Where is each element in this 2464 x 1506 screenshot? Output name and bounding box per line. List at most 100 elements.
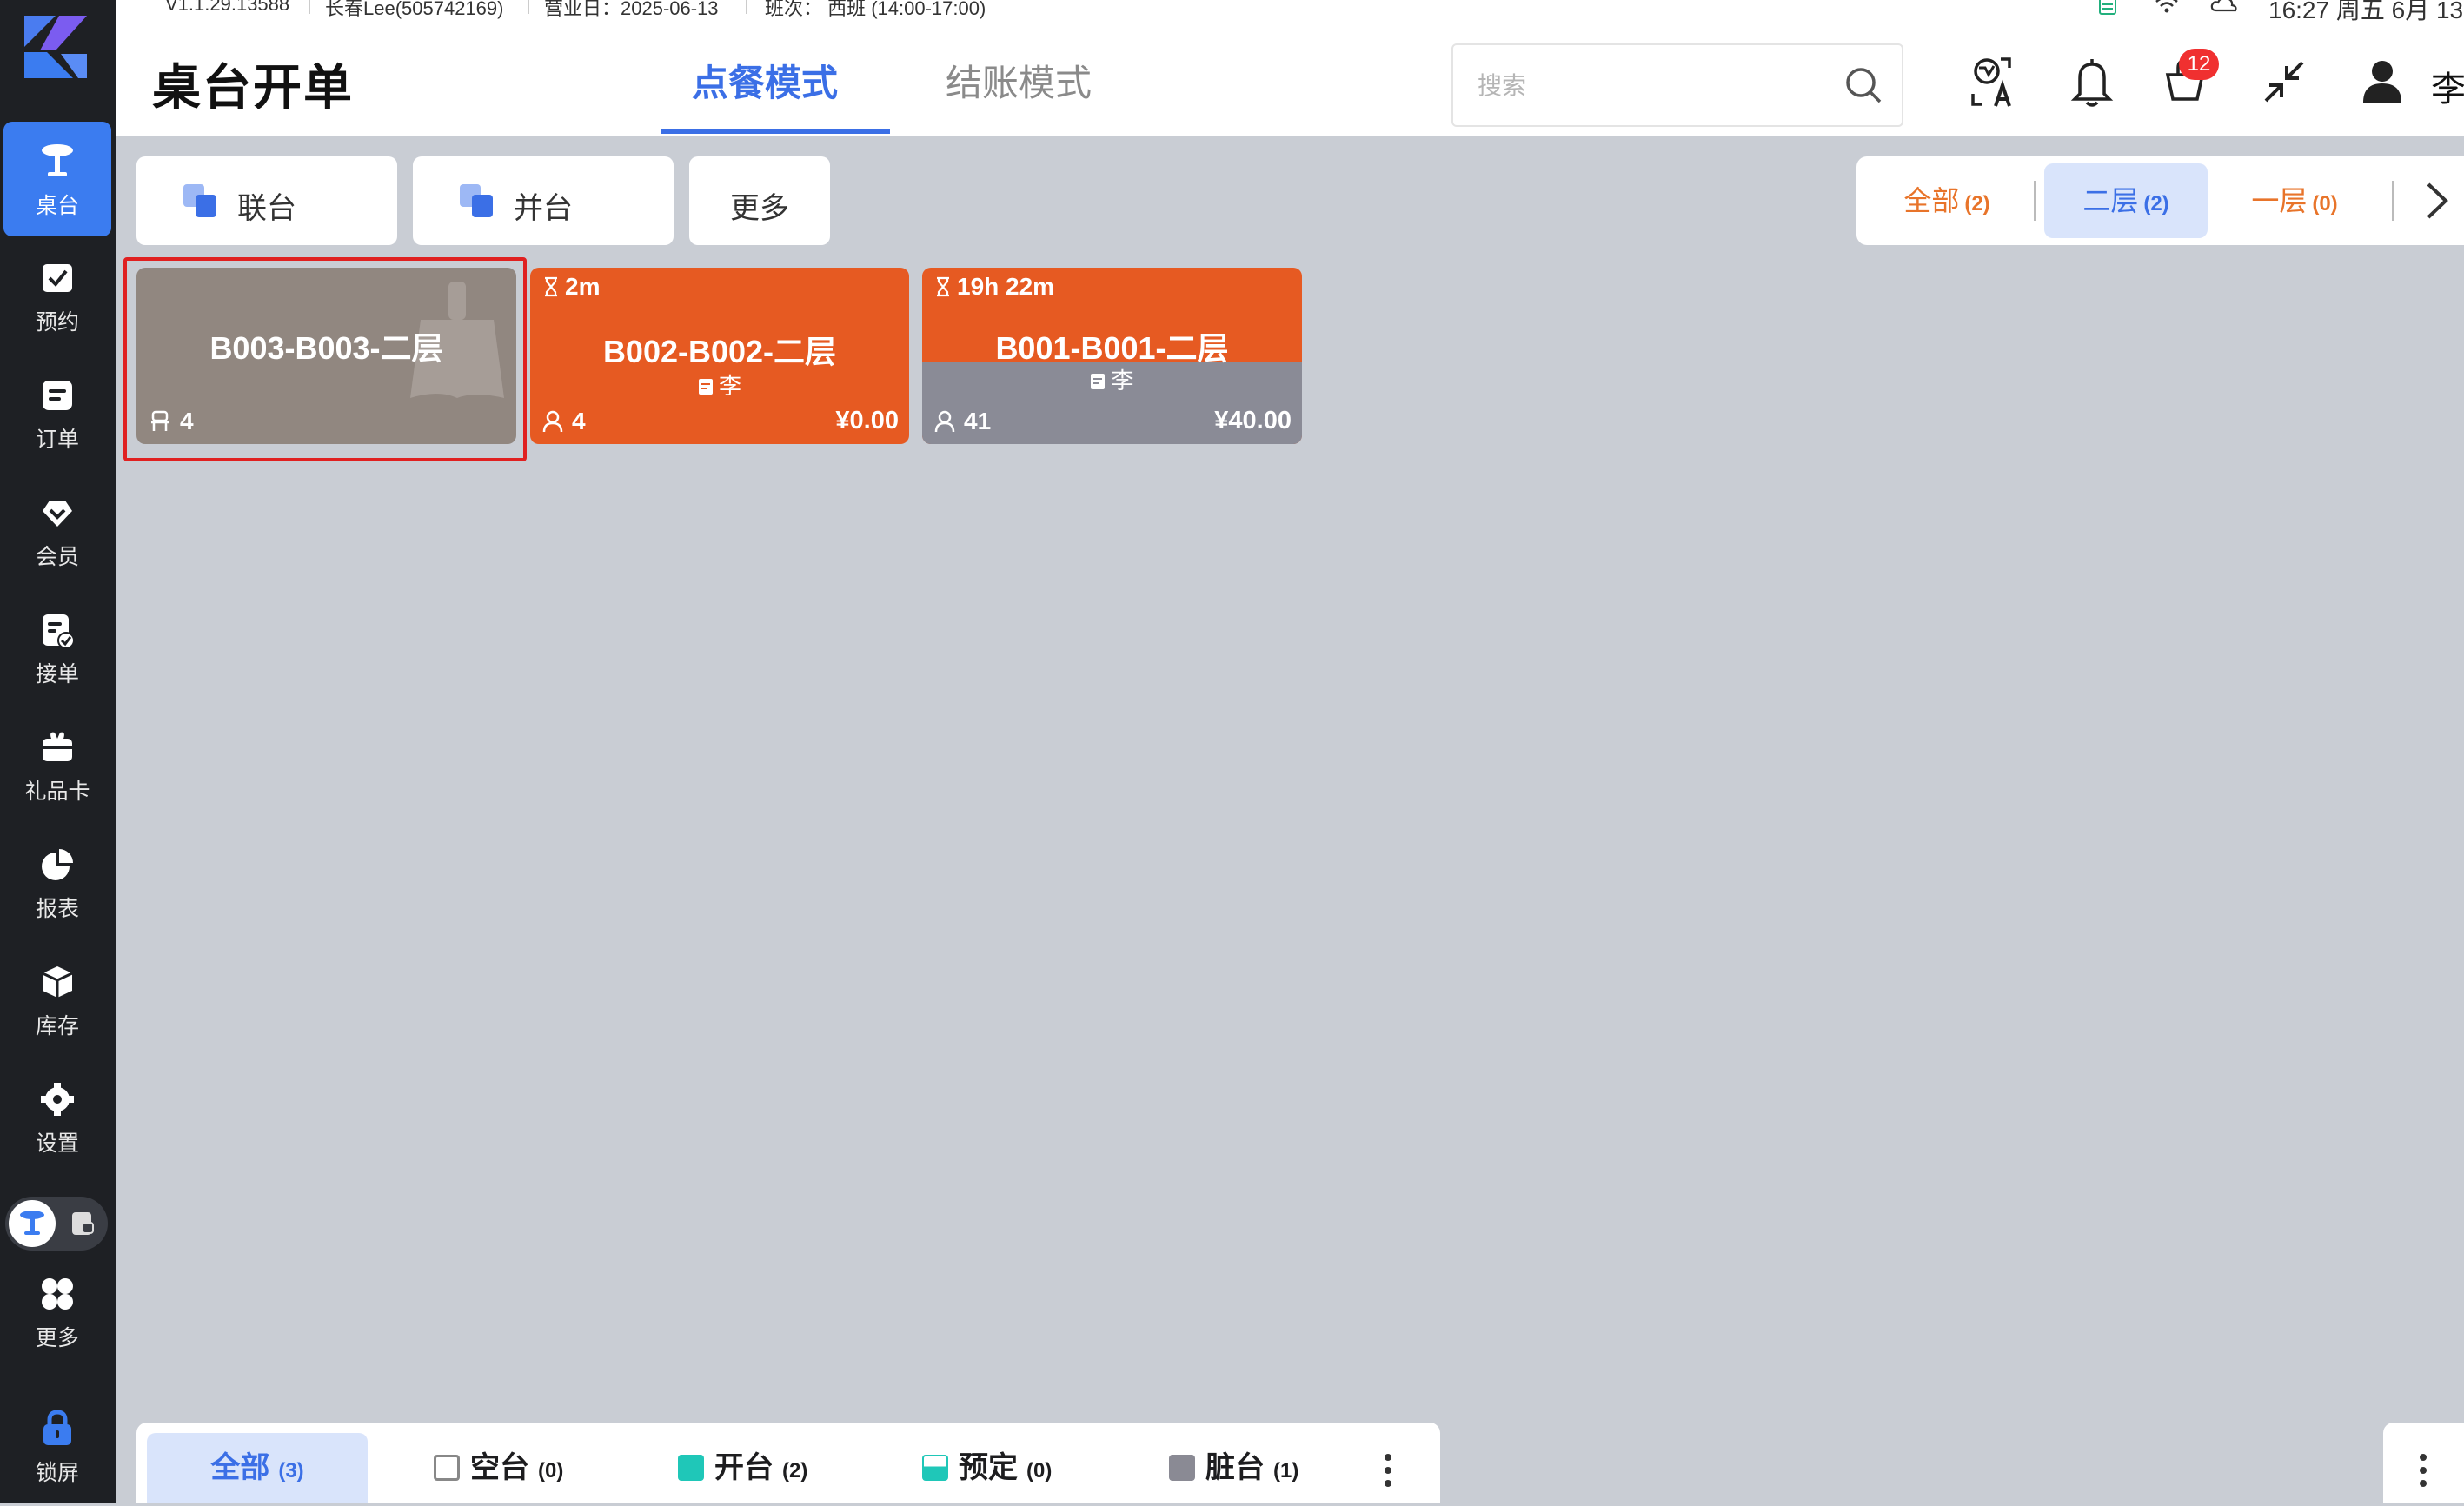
mode-toggle[interactable] <box>5 1197 108 1251</box>
sidebar-item-label: 会员 <box>35 545 79 569</box>
divider <box>309 0 310 14</box>
notification-badge: 12 <box>2179 49 2219 80</box>
more-actions-label: 更多 <box>730 192 789 225</box>
more-vertical-icon[interactable] <box>1379 1449 1397 1492</box>
seat-count: 4 <box>149 408 194 435</box>
store-name: 长春Lee(505742169) <box>325 0 504 19</box>
table-card-b002[interactable]: 2m B002-B002-二层 李 4 ¥0.00 <box>530 268 909 444</box>
status-legend: 全部 (3) 空台 (0) 开台 (2) 预定 (0) 脏台 (1) <box>136 1423 1440 1503</box>
floor-tab-second[interactable]: 二层 (2) <box>2044 163 2208 238</box>
chevron-right-icon[interactable] <box>2421 179 2453 222</box>
sidebar-item-label: 礼品卡 <box>24 780 90 804</box>
divider <box>528 0 529 14</box>
gear-icon <box>41 1083 74 1116</box>
empty-swatch <box>434 1455 460 1481</box>
merge-tables-icon <box>183 184 216 217</box>
sidebar-item-label: 接单 <box>35 662 79 687</box>
tab-checkout-mode[interactable]: 结账模式 <box>946 54 1092 107</box>
sidebar-item-label: 库存 <box>35 1014 79 1038</box>
right-options-box <box>2383 1423 2464 1503</box>
search-input[interactable] <box>1476 66 1827 106</box>
table-timer-value: 19h 22m <box>957 273 1055 300</box>
table-card-b003[interactable]: B003-B003-二层 4 <box>136 268 516 444</box>
hourglass-icon <box>937 276 949 297</box>
legend-reserved[interactable]: 预定 (0) <box>922 1433 1052 1503</box>
table-amount: ¥40.00 <box>1214 407 1292 435</box>
chair-icon <box>151 410 169 431</box>
legend-label: 预定 <box>959 1451 1018 1484</box>
collapse-screen-icon[interactable] <box>2259 56 2311 108</box>
sidebar-item-orders[interactable]: 订单 <box>3 355 111 470</box>
waiter-name: 李 <box>718 373 741 399</box>
inventory-box-icon <box>42 966 73 998</box>
floor-tab-label: 二层 <box>2082 185 2139 216</box>
floor-tab-first[interactable]: 一层 (0) <box>2222 163 2368 238</box>
order-list-icon <box>43 381 72 410</box>
person-icon <box>542 410 563 433</box>
guest-count-value: 41 <box>964 408 992 435</box>
merge-tables-button[interactable]: 联台 <box>136 156 397 245</box>
table-amount: ¥0.00 <box>835 407 899 435</box>
legend-empty[interactable]: 空台 (0) <box>434 1433 563 1503</box>
legend-open[interactable]: 开台 (2) <box>678 1433 807 1503</box>
calendar-check-icon <box>43 264 72 292</box>
lock-icon <box>43 1410 71 1445</box>
sidebar-item-gift-cards[interactable]: 礼品卡 <box>3 707 111 822</box>
divider <box>746 0 747 14</box>
floor-tab-all[interactable]: 全部 (2) <box>1874 163 2020 238</box>
table-name: B002-B002-二层 <box>602 334 837 369</box>
more-actions-button[interactable]: 更多 <box>689 156 830 245</box>
cloud-icon <box>2210 0 2237 12</box>
combine-tables-button[interactable]: 并台 <box>413 156 674 245</box>
divider <box>2034 181 2036 221</box>
combine-tables-icon <box>460 184 493 217</box>
more-vertical-icon[interactable] <box>2414 1449 2432 1492</box>
grid-more-icon <box>42 1278 73 1310</box>
page-title: 桌台开单 <box>152 60 354 115</box>
legend-count: (0) <box>1026 1459 1053 1483</box>
sidebar-item-label: 预约 <box>35 310 79 335</box>
sidebar: 桌台 预约 订单 会员 接单 礼品卡 报表 库存 设置 更多 锁屏 <box>0 0 116 1503</box>
search-icon[interactable] <box>1844 66 1883 104</box>
order-note-icon <box>1091 374 1106 389</box>
app-logo <box>24 16 87 78</box>
sidebar-item-inventory[interactable]: 库存 <box>3 942 111 1057</box>
sidebar-item-accept-orders[interactable]: 接单 <box>3 590 111 705</box>
legend-count: (2) <box>782 1459 808 1483</box>
waiter-name: 李 <box>1111 368 1134 394</box>
legend-dirty[interactable]: 脏台 (1) <box>1169 1433 1298 1503</box>
floor-tab-label: 全部 <box>1903 185 1960 216</box>
sidebar-item-lock[interactable]: 锁屏 <box>3 1389 111 1503</box>
shift-info: 班次： 西班 (14:00-17:00) <box>765 0 986 19</box>
system-status-bar: V1.1.29.13588 长春Lee(505742169) 营业日：2025-… <box>0 0 2464 23</box>
sidebar-item-members[interactable]: 会员 <box>3 473 111 587</box>
table-waiter: 李 <box>530 368 909 401</box>
user-name[interactable]: 李 <box>2431 61 2464 111</box>
tab-ordering-mode[interactable]: 点餐模式 <box>692 54 838 107</box>
member-heart-icon <box>43 501 72 527</box>
language-switch-icon[interactable] <box>1969 56 2022 108</box>
open-swatch <box>678 1455 704 1481</box>
guest-count: 41 <box>934 408 991 435</box>
user-avatar-icon[interactable] <box>2356 56 2408 108</box>
sidebar-item-settings[interactable]: 设置 <box>3 1059 111 1174</box>
sidebar-item-reports[interactable]: 报表 <box>3 825 111 939</box>
seat-count-value: 4 <box>180 408 194 435</box>
bell-icon[interactable] <box>2066 56 2118 108</box>
sidebar-item-label: 订单 <box>35 428 79 452</box>
mode-toggle-knob <box>9 1200 56 1247</box>
table-name: B003-B003-二层 <box>209 330 443 366</box>
legend-label: 开台 <box>714 1451 774 1484</box>
document-mode-icon <box>72 1212 94 1235</box>
divider <box>2392 181 2394 221</box>
legend-count: (0) <box>538 1459 564 1483</box>
search-box <box>1451 43 1903 127</box>
sidebar-item-reservations[interactable]: 预约 <box>3 238 111 353</box>
sidebar-item-more[interactable]: 更多 <box>3 1254 111 1369</box>
dining-table-icon <box>20 1211 44 1235</box>
table-card-b001[interactable]: 19h 22m B001-B001-二层 李 41 ¥40.00 <box>922 268 1302 444</box>
sidebar-item-tables[interactable]: 桌台 <box>3 122 111 236</box>
guest-count: 4 <box>542 408 586 435</box>
legend-all[interactable]: 全部 (3) <box>147 1433 368 1503</box>
wifi-icon <box>2155 0 2178 13</box>
